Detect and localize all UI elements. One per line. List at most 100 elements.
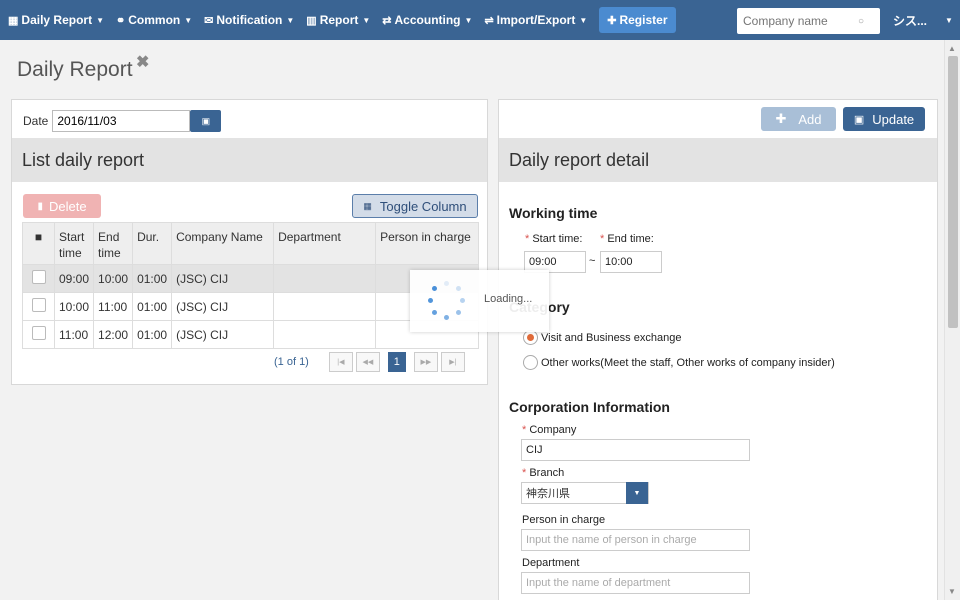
category-radio-other[interactable]: Other works(Meet the staff, Other works … [523, 355, 835, 370]
save-icon: ▣ [853, 113, 865, 126]
category-radio-visit[interactable]: Visit and Business exchange [523, 330, 681, 345]
column-header[interactable]: Dur. [132, 222, 173, 265]
row-checkbox-cell[interactable] [22, 264, 55, 293]
import-export-icon: ⇌ [484, 14, 494, 27]
columns-icon: ▦ [363, 200, 372, 211]
scroll-down-icon[interactable]: ▼ [948, 587, 956, 596]
cell-department [273, 292, 377, 321]
cell-company: (JSC) CIJ [171, 320, 275, 349]
table-header-row: ■ Start time End time Dur. Company Name … [22, 222, 479, 265]
page-info: (1 of 1) [274, 356, 309, 368]
department-input[interactable] [521, 572, 750, 594]
end-time-label-text: End time: [607, 233, 654, 245]
cell-department [273, 320, 377, 349]
first-page-button[interactable]: |◀ [328, 352, 353, 372]
register-button[interactable]: ✚ Register [599, 7, 676, 33]
nav-notification-label: Notification [216, 13, 283, 27]
end-time-input[interactable] [600, 251, 662, 273]
nav-report-label: Report [319, 13, 359, 27]
detail-section-header: Daily report detail [499, 138, 937, 182]
company-search-input[interactable] [743, 14, 858, 28]
next-page-button[interactable]: ▶▶ [413, 352, 438, 372]
row-checkbox[interactable] [31, 326, 46, 340]
date-label: Date [23, 114, 49, 128]
cell-dur: 01:00 [132, 264, 173, 293]
company-input[interactable] [521, 439, 750, 461]
spinner-icon [426, 281, 466, 321]
prev-page-button[interactable]: ◀◀ [355, 352, 380, 372]
column-header[interactable]: Department [273, 222, 377, 265]
caret-down-icon: ▼ [579, 15, 588, 25]
list-section-header: List daily report [12, 138, 487, 182]
column-header[interactable]: End time [93, 222, 134, 265]
plus-icon: ✚ [775, 111, 787, 126]
radio-button[interactable] [523, 355, 538, 370]
trash-icon: ▮ [37, 200, 43, 212]
row-checkbox-cell[interactable] [22, 292, 55, 321]
page-button[interactable]: 1 [387, 352, 406, 372]
toggle-column-button[interactable]: ▦ Toggle Column [352, 194, 478, 218]
column-header[interactable]: Company Name [171, 222, 275, 265]
column-header[interactable]: Person in charge [375, 222, 479, 265]
add-label: Add [798, 111, 822, 127]
nav-daily-report[interactable]: ▦ Daily Report ▼ [0, 0, 110, 40]
add-button[interactable]: ✚ Add [761, 107, 836, 131]
caret-down-icon: ▼ [96, 15, 105, 25]
register-label: Register [619, 13, 668, 27]
nav-notification[interactable]: ✉ Notification ▼ [198, 0, 300, 40]
bar-chart-icon: ▥ [306, 14, 317, 27]
calendar-button[interactable]: ▣ [190, 110, 222, 132]
last-page-button[interactable]: ▶| [440, 352, 465, 372]
working-time-title: Working time [509, 205, 598, 221]
delete-label: Delete [48, 198, 87, 214]
user-menu[interactable]: シス... ▼ [893, 0, 953, 40]
nav-daily-report-label: Daily Report [21, 13, 93, 27]
delete-button[interactable]: ▮ Delete [23, 194, 101, 218]
scroll-thumb[interactable] [948, 56, 958, 328]
loading-text: Loading... [484, 293, 533, 305]
cell-company: (JSC) CIJ [171, 264, 275, 293]
loading-overlay: Loading... [410, 270, 549, 332]
common-icon: ⚭ [116, 14, 126, 27]
daily-report-list-panel: Date ▣ List daily report ▮ Delete ▦ Togg… [11, 99, 488, 385]
radio-button-selected[interactable] [523, 330, 538, 345]
cell-department [273, 264, 377, 293]
calendar-icon: ▣ [201, 115, 211, 126]
search-icon[interactable]: ○ [858, 16, 864, 27]
date-input[interactable] [52, 110, 191, 132]
category-option-label: Visit and Business exchange [541, 331, 682, 344]
row-checkbox[interactable] [31, 298, 46, 312]
exchange-icon: ⇄ [382, 14, 392, 27]
page-scrollbar[interactable]: ▲ ▼ [944, 40, 960, 600]
column-header[interactable]: Start time [53, 222, 95, 265]
update-label: Update [872, 111, 915, 127]
end-time-label: * End time: [600, 233, 654, 245]
close-icon[interactable]: ✖ [136, 52, 149, 72]
caret-down-icon: ▼ [945, 15, 953, 25]
paginator: (1 of 1) |◀ ◀◀ 1 ▶▶ ▶| [274, 352, 468, 372]
department-label: Department [522, 557, 580, 569]
nav-import-export-label: Import/Export [496, 13, 576, 27]
select-all-header[interactable]: ■ [22, 222, 55, 265]
chevron-down-icon[interactable]: ▼ [626, 482, 648, 504]
company-search[interactable]: ○ [737, 8, 880, 34]
time-separator: ~ [589, 255, 596, 267]
update-button[interactable]: ▣ Update [843, 107, 925, 131]
calendar-icon: ▦ [8, 14, 19, 27]
person-in-charge-input[interactable] [521, 529, 750, 551]
row-checkbox-cell[interactable] [22, 320, 55, 349]
nav-accounting[interactable]: ⇄ Accounting ▼ [376, 0, 478, 40]
category-option-label: Other works(Meet the staff, Other works … [541, 356, 835, 369]
branch-selected-value: 神奈川県 [526, 488, 570, 500]
person-in-charge-label: Person in charge [522, 514, 606, 526]
scroll-up-icon[interactable]: ▲ [948, 44, 956, 53]
nav-import-export[interactable]: ⇌ Import/Export ▼ [478, 0, 593, 40]
caret-down-icon: ▼ [464, 15, 473, 25]
nav-report[interactable]: ▥ Report ▼ [300, 0, 376, 40]
nav-common[interactable]: ⚭ Common ▼ [110, 0, 198, 40]
cell-end: 11:00 [93, 292, 134, 321]
branch-select[interactable]: 神奈川県 ▼ [521, 482, 649, 504]
row-checkbox[interactable] [31, 270, 46, 284]
cell-start: 10:00 [53, 292, 95, 321]
cell-start: 11:00 [53, 320, 95, 349]
